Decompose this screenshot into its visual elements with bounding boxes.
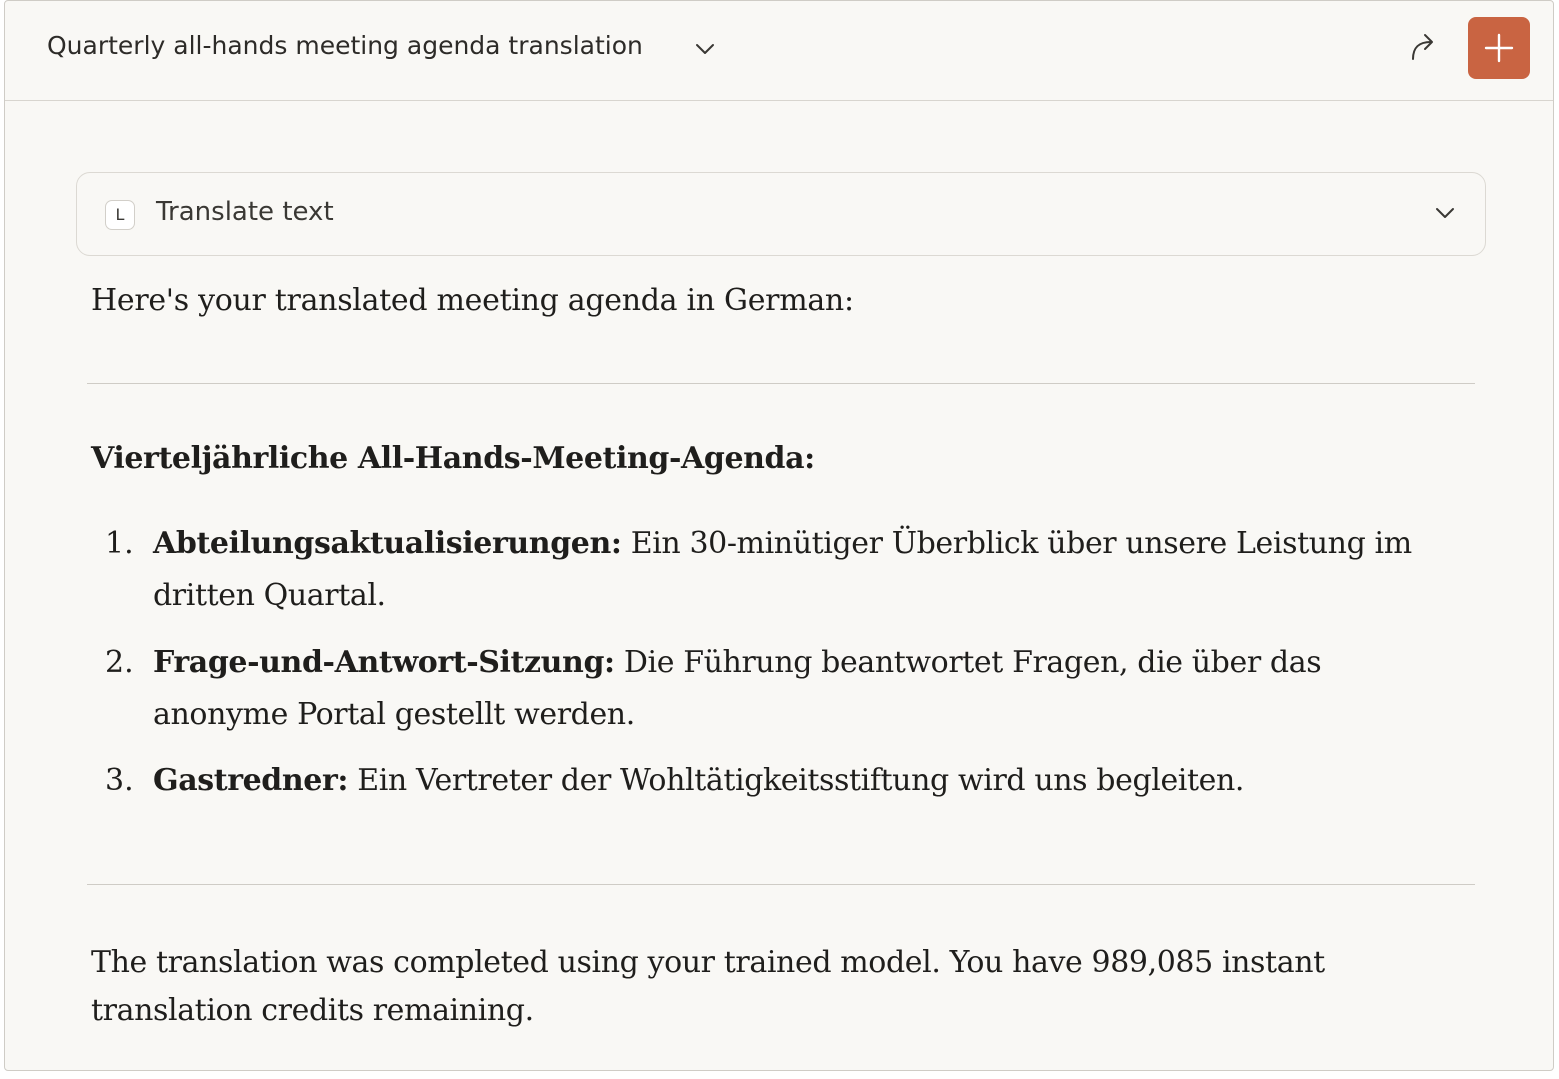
list-number: 2. — [105, 645, 134, 680]
list-item-text: Abteilungsaktualisierungen: Ein 30-minüt… — [153, 518, 1443, 622]
divider — [87, 884, 1475, 885]
agenda-heading: Vierteljährliche All-Hands-Meeting-Agend… — [91, 441, 815, 476]
share-arrow-icon[interactable] — [1405, 29, 1441, 65]
list-item-title: Gastredner: — [153, 763, 349, 798]
chat-window: Quarterly all-hands meeting agenda trans… — [4, 0, 1554, 1071]
tool-call-label: Translate text — [156, 197, 334, 227]
new-chat-button[interactable] — [1468, 17, 1530, 79]
divider — [87, 383, 1475, 384]
message-outro: The translation was completed using your… — [91, 945, 1325, 1028]
chat-title[interactable]: Quarterly all-hands meeting agenda trans… — [47, 31, 643, 60]
list-item-body: Ein Vertreter der Wohltätigkeitsstiftung… — [348, 763, 1245, 798]
tool-badge: L — [105, 200, 135, 230]
list-item-title: Frage-und-Antwort-Sitzung: — [153, 645, 615, 680]
chat-header: Quarterly all-hands meeting agenda trans… — [5, 1, 1553, 101]
message-intro: Here's your translated meeting agenda in… — [91, 283, 854, 318]
list-item-text: Gastredner: Ein Vertreter der Wohltätigk… — [153, 755, 1443, 807]
plus-icon — [1484, 33, 1514, 63]
tool-call-card[interactable]: L Translate text — [76, 172, 1486, 256]
list-item-text: Frage-und-Antwort-Sitzung: Die Führung b… — [153, 637, 1443, 741]
list-number: 3. — [105, 763, 134, 798]
chevron-down-icon[interactable] — [693, 37, 717, 61]
list-number: 1. — [105, 526, 134, 561]
chevron-down-icon[interactable] — [1433, 201, 1457, 225]
list-item-title: Abteilungsaktualisierungen: — [153, 526, 622, 561]
